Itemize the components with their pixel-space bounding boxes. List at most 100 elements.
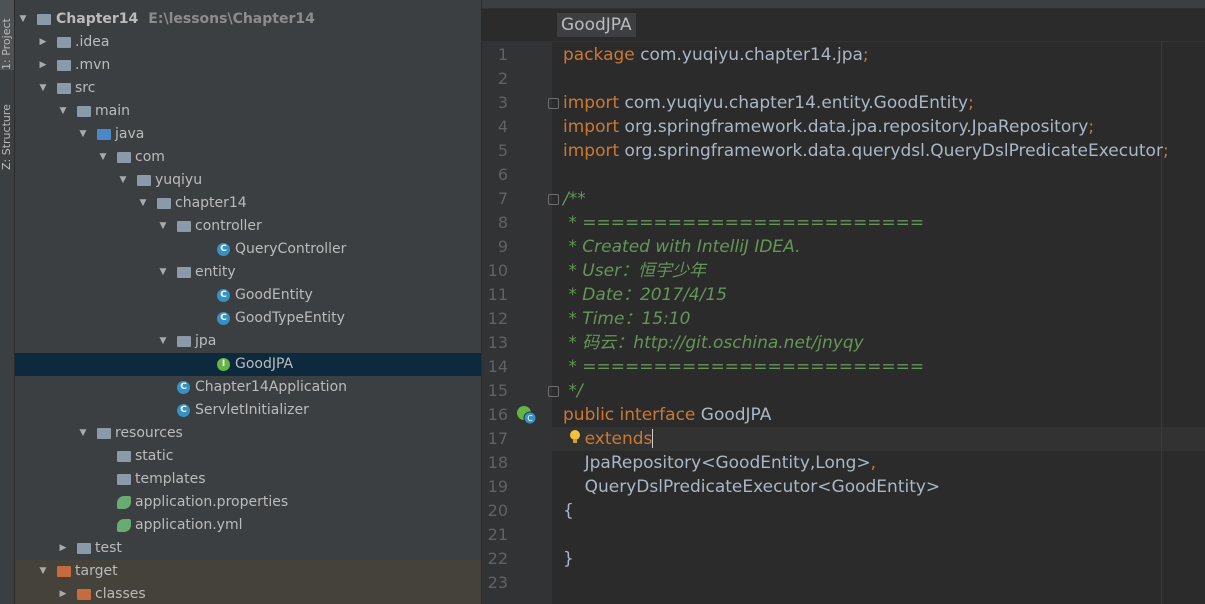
code-line[interactable]: * Created with IntelliJ IDEA. [563,235,800,259]
tree-item[interactable]: ▶ test [15,537,481,560]
line-number: 11 [487,285,508,304]
tree-item-label: GoodTypeEntity [235,310,345,326]
folder-icon [177,336,191,347]
code-line[interactable]: /** [563,187,586,211]
code-line[interactable]: * Date：2017/4/15 [563,283,727,307]
spring-config-icon [117,496,131,509]
tree-item[interactable]: ▶ classes [15,583,481,604]
code-line[interactable]: { [563,499,574,523]
interface-icon: I [217,358,230,371]
structure-tool-tab[interactable]: Z: Structure [0,80,14,170]
folder-icon [57,37,71,48]
code-keyword: import [563,141,625,161]
expand-arrow-icon[interactable]: ▶ [57,583,69,604]
spring-config-icon [117,519,131,532]
tree-item-label: controller [195,218,262,234]
expand-arrow-icon[interactable]: ▶ [37,31,49,54]
tree-item[interactable]: ▼ yuqiyu [15,169,481,192]
tree-item[interactable]: application.properties [15,491,481,514]
code-line[interactable]: * User：恒宇少年 [563,259,706,283]
code-line[interactable]: * ======================== [563,211,924,235]
implemented-gutter-icon[interactable]: C [516,405,538,425]
line-number: 4 [497,117,508,136]
collapse-arrow-icon[interactable]: ▼ [157,215,169,238]
code-line[interactable]: import org.springframework.data.querydsl… [563,139,1169,163]
expand-arrow-icon[interactable]: ▶ [57,537,69,560]
code-line[interactable]: public interface GoodJPA [563,403,771,427]
code-line[interactable]: * Time：15:10 [563,307,690,331]
code-comment: * Date：2017/4/15 [563,285,728,305]
expand-arrow-icon[interactable]: ▶ [37,54,49,77]
tree-item[interactable]: C ServletInitializer [15,399,481,422]
tree-item[interactable]: templates [15,468,481,491]
line-number: 8 [497,213,508,232]
line-number: 3 [497,93,508,112]
expand-arrow-icon[interactable]: ▼ [17,8,29,31]
tree-item-label: ServletInitializer [195,402,309,418]
tree-item[interactable]: application.yml [15,514,481,537]
code-text: com.yuqiyu.chapter14.jpa [640,45,863,65]
tree-item-label: GoodJPA [235,356,294,372]
collapse-arrow-icon[interactable]: ▼ [77,422,89,445]
tree-item[interactable]: ▼ src [15,77,481,100]
tree-item[interactable]: static [15,445,481,468]
tree-root[interactable]: ▼ Chapter14 E:\lessons\Chapter14 [15,8,481,31]
tree-item[interactable]: ▶ .idea [15,31,481,54]
line-number: 10 [487,261,508,280]
folder-icon [177,267,191,278]
code-line[interactable]: } [563,547,574,571]
tree-item[interactable]: ▼ jpa [15,330,481,353]
code-line[interactable]: QueryDslPredicateExecutor<GoodEntity> [563,475,941,499]
collapse-arrow-icon[interactable]: ▼ [37,560,49,583]
collapse-arrow-icon[interactable]: ▼ [157,261,169,284]
code-comment: * User：恒宇少年 [563,261,707,281]
tree-item[interactable]: ▶ .mvn [15,54,481,77]
text-caret [652,429,653,448]
code-line[interactable]: import com.yuqiyu.chapter14.entity.GoodE… [563,91,974,115]
code-line[interactable]: extends [563,427,653,451]
code-line[interactable]: */ [563,379,582,403]
collapse-arrow-icon[interactable]: ▼ [57,100,69,123]
tree-item[interactable]: ▼ java [15,123,481,146]
tree-item[interactable]: ▼ resources [15,422,481,445]
fold-marker-icon[interactable] [548,194,559,205]
class-icon: C [217,289,230,302]
collapse-arrow-icon[interactable]: ▼ [137,192,149,215]
tree-item-label: target [75,563,118,579]
line-number: 5 [497,141,508,160]
folder-icon [57,60,71,71]
code-line[interactable]: * 码云：http://git.oschina.net/jnyqy [563,331,863,355]
fold-marker-icon[interactable] [548,98,559,109]
collapse-arrow-icon[interactable]: ▼ [97,146,109,169]
collapse-arrow-icon[interactable]: ▼ [157,330,169,353]
folder-icon [177,221,191,232]
code-line[interactable]: import org.springframework.data.jpa.repo… [563,115,1094,139]
collapse-arrow-icon[interactable]: ▼ [117,169,129,192]
folder-icon [117,451,131,462]
folder-icon [97,129,111,140]
tree-item[interactable]: C GoodEntity [15,284,481,307]
tree-item[interactable]: ▼ controller [15,215,481,238]
collapse-arrow-icon[interactable]: ▼ [77,123,89,146]
tree-item[interactable]: ▼ target [15,560,481,583]
tree-item[interactable]: C GoodTypeEntity [15,307,481,330]
tree-item[interactable]: C Chapter14Application [15,376,481,399]
tree-item[interactable]: I GoodJPA [15,353,481,376]
tree-item-label: entity [195,264,236,280]
folder-icon [137,175,151,186]
tree-item[interactable]: C QueryController [15,238,481,261]
tree-item[interactable]: ▼ entity [15,261,481,284]
line-number: 15 [487,381,508,400]
tree-item[interactable]: ▼ com [15,146,481,169]
project-tool-tab[interactable]: 1: Project [0,0,14,70]
breadcrumb-item[interactable]: GoodJPA [557,13,636,37]
code-line[interactable]: * ======================== [563,355,924,379]
line-number: 17 [487,429,508,448]
code-line[interactable]: package com.yuqiyu.chapter14.jpa; [563,43,869,67]
code-line[interactable]: JpaRepository<GoodEntity,Long>, [563,451,876,475]
code-keyword: package [563,45,641,65]
fold-marker-icon[interactable] [548,386,559,397]
tree-item[interactable]: ▼ main [15,100,481,123]
collapse-arrow-icon[interactable]: ▼ [37,77,49,100]
tree-item[interactable]: ▼ chapter14 [15,192,481,215]
